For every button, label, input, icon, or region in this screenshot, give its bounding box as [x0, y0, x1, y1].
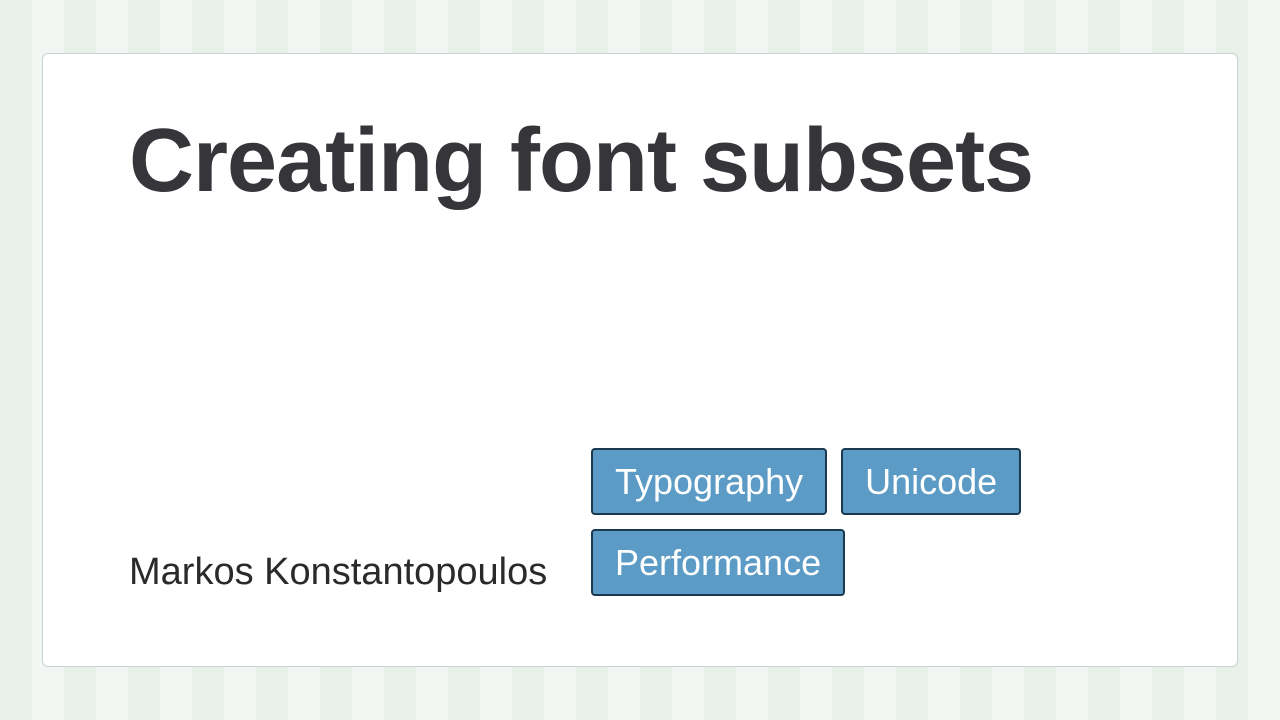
tag-performance: Performance	[591, 529, 845, 596]
author-name: Markos Konstantopoulos	[129, 549, 547, 597]
tag-unicode: Unicode	[841, 448, 1021, 515]
content-card: Creating font subsets Markos Konstantopo…	[42, 53, 1238, 667]
tag-list: Typography Unicode Performance	[591, 448, 1151, 596]
tag-typography: Typography	[591, 448, 827, 515]
page-title: Creating font subsets	[129, 114, 1151, 209]
bottom-row: Markos Konstantopoulos Typography Unicod…	[129, 448, 1151, 596]
